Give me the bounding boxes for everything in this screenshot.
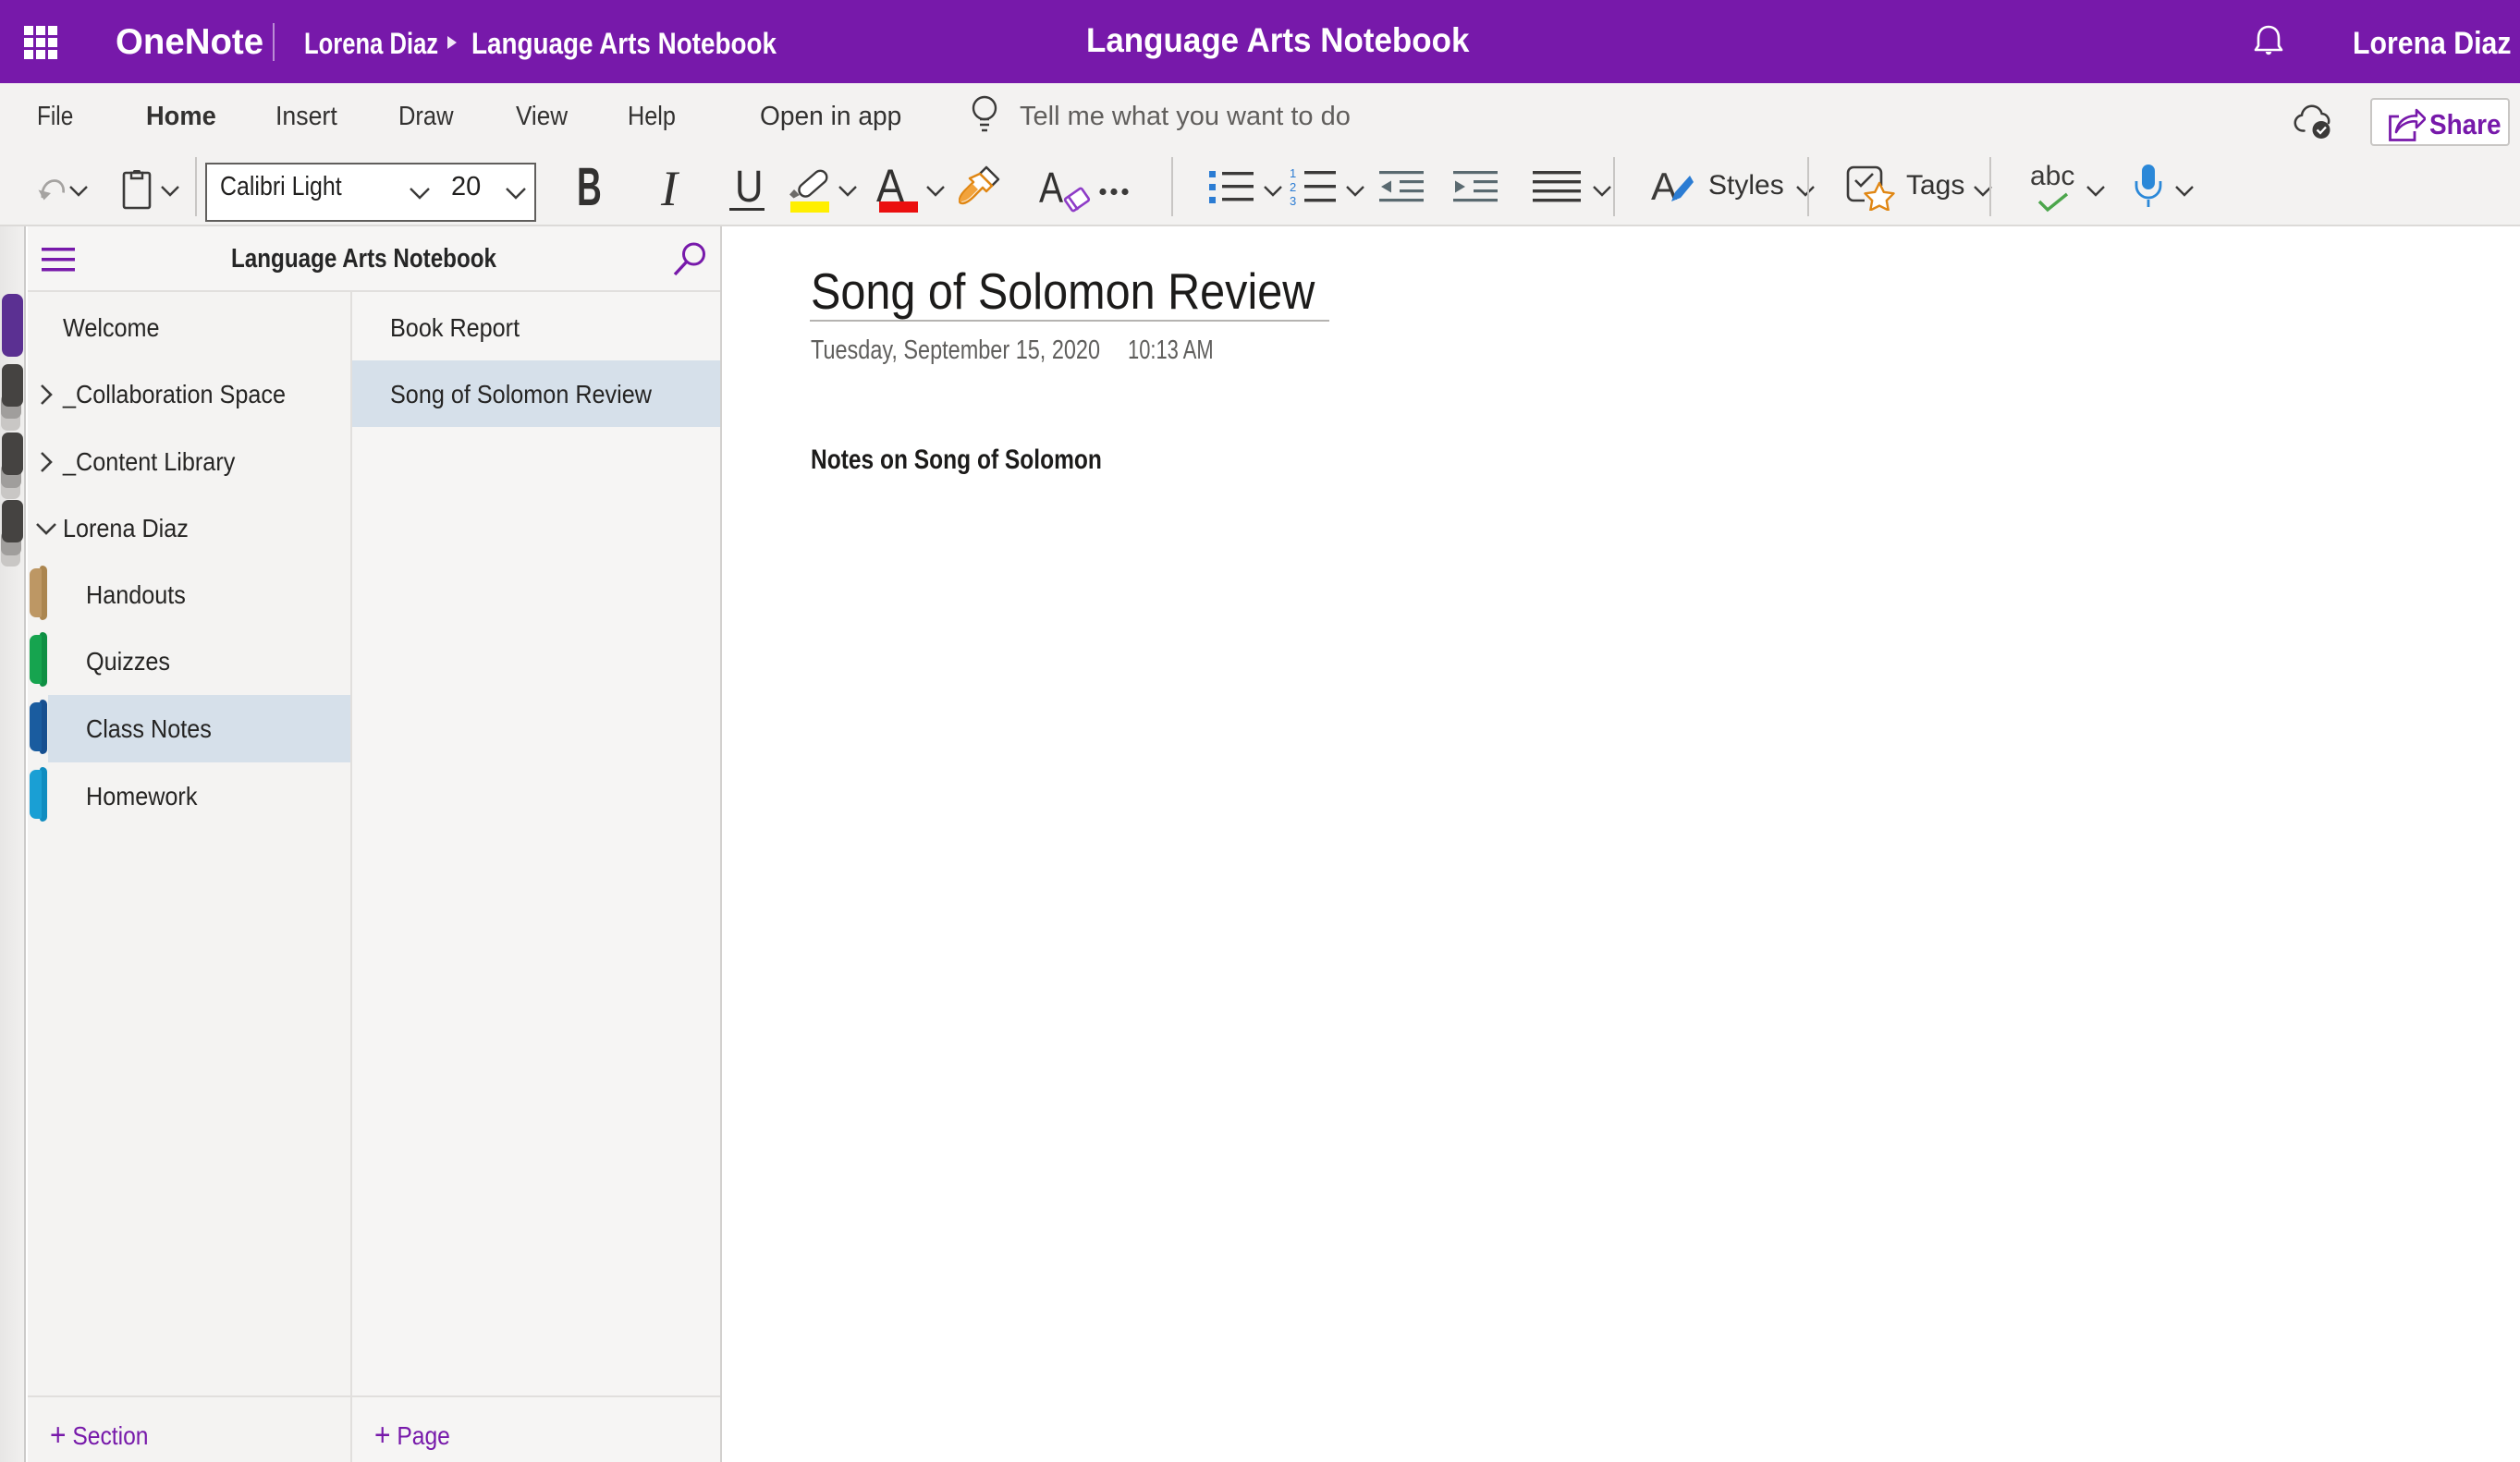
svg-text:1: 1 bbox=[1290, 166, 1296, 180]
svg-text:A: A bbox=[1651, 164, 1677, 208]
svg-text:2: 2 bbox=[1290, 180, 1296, 194]
svg-text:3: 3 bbox=[1290, 194, 1296, 207]
